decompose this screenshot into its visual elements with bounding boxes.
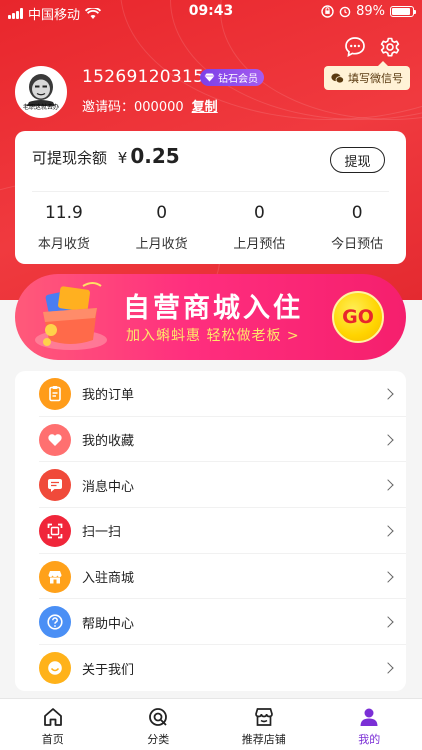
stat-item: 0 上月收货 <box>113 203 211 252</box>
banner-subtitle: 加入蝌蚪惠 轻松做老板 > <box>126 328 300 344</box>
banner-title: 自营商城入住 <box>123 293 303 324</box>
battery-percent: 89% <box>356 4 385 19</box>
balance-label: 可提现余额 <box>32 149 108 167</box>
chevron-right-icon <box>382 570 394 583</box>
menu-item-label: 我的收藏 <box>82 434 135 450</box>
user-icon <box>360 708 378 726</box>
diamond-icon <box>204 73 215 82</box>
menu-item-label: 入驻商城 <box>82 571 135 587</box>
fill-wechat-tip[interactable]: 填写微信号 <box>324 61 410 90</box>
menu-item-label: 扫一扫 <box>82 525 122 541</box>
stat-label: 上月预估 <box>233 237 286 252</box>
mall-join-banner[interactable]: 自营商城入住 加入蝌蚪惠 轻松做老板 > GO <box>15 274 406 360</box>
rotation-lock-icon <box>321 5 334 18</box>
stat-value: 0 <box>351 203 363 223</box>
stat-value: 0 <box>253 203 265 223</box>
heart-icon <box>39 423 71 456</box>
chevron-right-icon <box>382 388 394 400</box>
tab-label: 分类 <box>147 733 170 746</box>
menu-item-label: 帮助中心 <box>82 616 135 632</box>
stat-item: 0 上月预估 <box>211 203 309 252</box>
stat-value: 11.9 <box>44 203 83 223</box>
currency-symbol: ¥ <box>117 149 128 167</box>
chevron-right-icon <box>382 616 394 629</box>
menu-item[interactable]: 我的收藏 <box>15 417 406 463</box>
balance-row: 可提现余额 ¥0.25 <box>32 144 180 168</box>
balance-card: 可提现余额 ¥0.25 提现 11.9 本月收货 0 上月收货 0 上月预估 0 今日预估 <box>15 131 406 264</box>
invite-code: 000000 <box>134 100 184 115</box>
tab-shop[interactable]: 推荐店铺 <box>211 699 317 750</box>
menu-item[interactable]: 入驻商城 <box>15 554 406 600</box>
chat-bubble-icon[interactable] <box>343 35 367 59</box>
user-phone: 15269120315 <box>82 67 205 87</box>
stats-row: 11.9 本月收货 0 上月收货 0 上月预估 0 今日预估 <box>15 203 406 252</box>
invite-label: 邀请码： <box>82 100 135 115</box>
wechat-icon <box>331 73 344 83</box>
menu-item-label: 关于我们 <box>82 662 135 678</box>
category-icon <box>149 708 168 726</box>
menu-item[interactable]: 我的订单 <box>15 371 406 417</box>
stat-label: 今日预估 <box>331 237 384 252</box>
tab-home[interactable]: 首页 <box>0 699 106 750</box>
store-icon <box>39 560 71 593</box>
status-bar: 中国移动 09:43 89% <box>0 0 422 24</box>
clipboard-icon <box>39 377 71 410</box>
divider <box>32 191 389 192</box>
tab-bar: 首页 分类 推荐店铺 我的 <box>0 698 422 750</box>
scan-icon <box>39 514 71 547</box>
stat-label: 本月收货 <box>37 237 90 252</box>
tab-label: 首页 <box>41 733 64 746</box>
chevron-right-icon <box>382 479 394 491</box>
smile-icon <box>39 652 71 685</box>
stat-label: 上月收货 <box>135 237 188 252</box>
help-icon <box>39 606 71 639</box>
home-icon <box>43 708 62 726</box>
tab-label: 推荐店铺 <box>241 733 286 746</box>
copy-button[interactable]: 复制 <box>192 96 218 115</box>
vip-label: 钻石会员 <box>218 74 258 85</box>
vip-badge: 钻石会员 <box>200 69 264 86</box>
tab-user[interactable]: 我的 <box>317 699 422 750</box>
menu-item[interactable]: 消息中心 <box>15 462 406 509</box>
battery-icon <box>390 6 416 17</box>
menu-item[interactable]: 帮助中心 <box>15 600 406 646</box>
menu-list: 我的订单我的收藏消息中心扫一扫入驻商城帮助中心关于我们 <box>15 371 406 691</box>
message-icon <box>39 469 71 502</box>
tab-category[interactable]: 分类 <box>106 699 212 750</box>
gear-icon[interactable] <box>378 35 402 59</box>
gift-box-illustration <box>35 282 107 350</box>
stat-item: 0 今日预估 <box>308 203 406 252</box>
withdraw-button[interactable]: 提现 <box>330 147 385 173</box>
chevron-right-icon <box>382 525 394 537</box>
menu-item[interactable]: 关于我们 <box>15 645 406 691</box>
invite-row: 邀请码：000000 复制 <box>82 96 218 115</box>
stat-value: 0 <box>156 203 168 223</box>
chevron-right-icon <box>382 433 394 446</box>
avatar-caption: 老职这就去办 <box>22 104 59 111</box>
chevron-right-icon <box>382 662 394 674</box>
go-button[interactable]: GO <box>332 291 384 343</box>
tab-label: 我的 <box>358 733 381 746</box>
menu-item-label: 消息中心 <box>82 479 135 495</box>
wechat-tip-label: 填写微信号 <box>348 72 403 85</box>
shop-icon <box>254 708 273 726</box>
alarm-icon <box>339 6 351 18</box>
menu-item-label: 我的订单 <box>82 388 135 404</box>
menu-item[interactable]: 扫一扫 <box>15 508 406 554</box>
balance-amount: 0.25 <box>130 144 180 168</box>
avatar[interactable]: 老职这就去办 <box>15 66 67 118</box>
stat-item: 11.9 本月收货 <box>15 203 113 252</box>
